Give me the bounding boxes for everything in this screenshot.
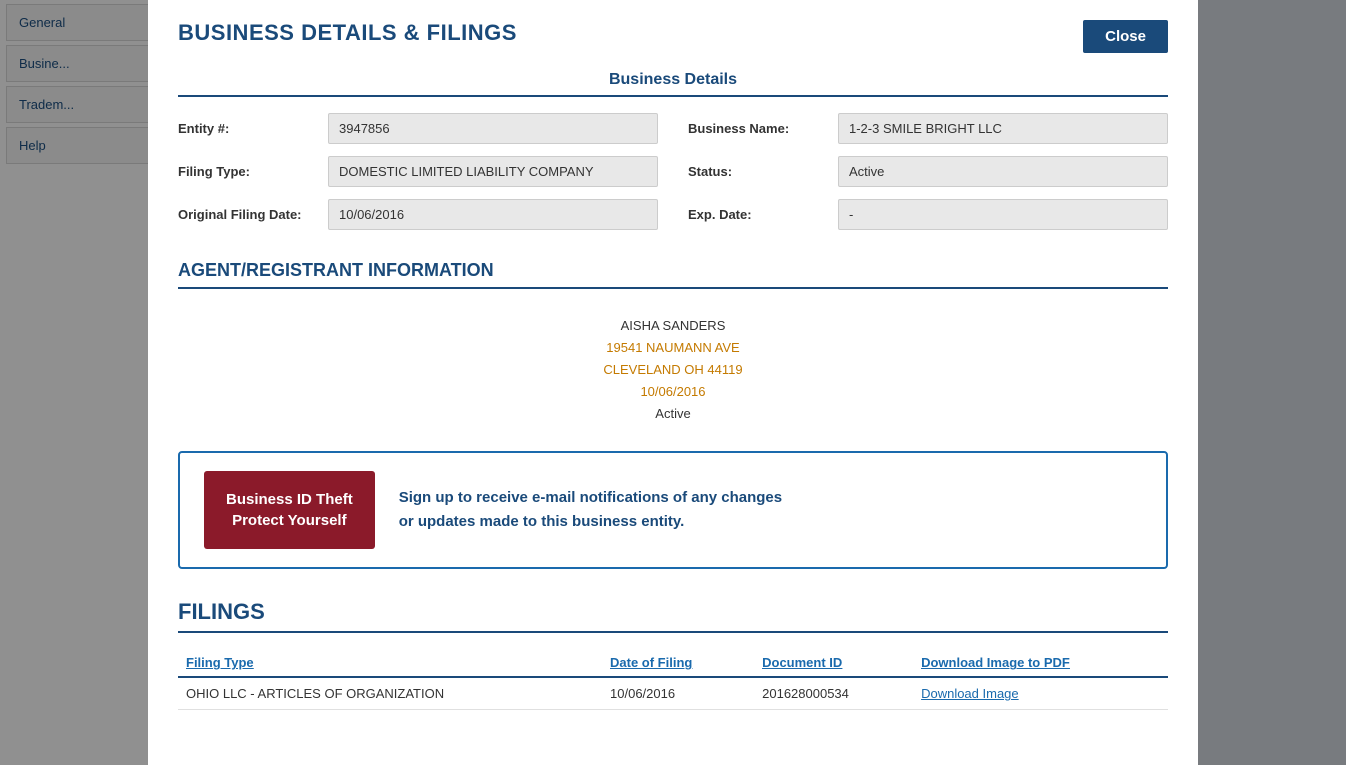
modal-header: BUSINESS DETAILS & FILINGS Close: [178, 20, 1168, 53]
col-date-of-filing[interactable]: Date of Filing: [602, 649, 754, 677]
section-divider: [178, 95, 1168, 97]
document-id-cell: 201628000534: [754, 677, 913, 710]
filing-type-value: DOMESTIC LIMITED LIABILITY COMPANY: [328, 156, 658, 187]
filings-section: FILINGS Filing Type Date of Filing Docum…: [178, 599, 1168, 710]
col-date-link[interactable]: Date of Filing: [610, 655, 692, 670]
agent-address-line1: 19541 NAUMANN AVE: [178, 337, 1168, 359]
id-theft-text-line1: Sign up to receive e-mail notifications …: [399, 486, 782, 510]
id-theft-button[interactable]: Business ID TheftProtect Yourself: [204, 471, 375, 549]
entity-label: Entity #:: [178, 121, 318, 136]
filings-divider: [178, 631, 1168, 633]
modal-title: BUSINESS DETAILS & FILINGS: [178, 20, 517, 46]
business-name-label: Business Name:: [688, 121, 828, 136]
id-theft-box: Business ID TheftProtect Yourself Sign u…: [178, 451, 1168, 569]
col-document-id[interactable]: Document ID: [754, 649, 913, 677]
entity-field-row: Entity #: 3947856: [178, 113, 658, 144]
exp-date-field-row: Exp. Date: -: [688, 199, 1168, 230]
original-date-label: Original Filing Date:: [178, 207, 318, 222]
agent-name: AISHA SANDERS: [178, 315, 1168, 337]
business-details-section: Business Details Entity #: 3947856 Busin…: [178, 71, 1168, 230]
filing-row: OHIO LLC - ARTICLES OF ORGANIZATION 10/0…: [178, 677, 1168, 710]
col-document-link[interactable]: Document ID: [762, 655, 842, 670]
status-label: Status:: [688, 164, 828, 179]
business-details-heading: Business Details: [178, 71, 1168, 89]
business-name-value: 1-2-3 SMILE BRIGHT LLC: [838, 113, 1168, 144]
download-image-cell[interactable]: Download Image: [913, 677, 1168, 710]
col-download-image[interactable]: Download Image to PDF: [913, 649, 1168, 677]
original-date-field-row: Original Filing Date: 10/06/2016: [178, 199, 658, 230]
id-theft-text-line2: or updates made to this business entity.: [399, 510, 782, 534]
close-button[interactable]: Close: [1083, 20, 1168, 53]
details-grid: Entity #: 3947856 Business Name: 1-2-3 S…: [178, 113, 1168, 230]
filings-heading: FILINGS: [178, 599, 1168, 625]
exp-date-label: Exp. Date:: [688, 207, 828, 222]
agent-divider: [178, 287, 1168, 289]
filing-type-cell: OHIO LLC - ARTICLES OF ORGANIZATION: [178, 677, 602, 710]
modal-overlay: BUSINESS DETAILS & FILINGS Close Busines…: [0, 0, 1346, 765]
agent-heading: AGENT/REGISTRANT INFORMATION: [178, 260, 1168, 281]
download-image-link[interactable]: Download Image: [921, 686, 1019, 701]
col-filing-type[interactable]: Filing Type: [178, 649, 602, 677]
agent-info: AISHA SANDERS 19541 NAUMANN AVE CLEVELAN…: [178, 305, 1168, 431]
filing-type-label: Filing Type:: [178, 164, 318, 179]
agent-date: 10/06/2016: [178, 381, 1168, 403]
original-date-value: 10/06/2016: [328, 199, 658, 230]
exp-date-value: -: [838, 199, 1168, 230]
entity-value: 3947856: [328, 113, 658, 144]
filings-table: Filing Type Date of Filing Document ID D…: [178, 649, 1168, 710]
agent-status: Active: [178, 403, 1168, 425]
status-value: Active: [838, 156, 1168, 187]
modal-panel: BUSINESS DETAILS & FILINGS Close Busines…: [148, 0, 1198, 765]
col-download-link[interactable]: Download Image to PDF: [921, 655, 1070, 670]
id-theft-text: Sign up to receive e-mail notifications …: [399, 486, 782, 534]
col-filing-type-link[interactable]: Filing Type: [186, 655, 254, 670]
date-of-filing-cell: 10/06/2016: [602, 677, 754, 710]
filing-type-field-row: Filing Type: DOMESTIC LIMITED LIABILITY …: [178, 156, 658, 187]
agent-address-line2: CLEVELAND OH 44119: [178, 359, 1168, 381]
filings-header-row: Filing Type Date of Filing Document ID D…: [178, 649, 1168, 677]
agent-section: AGENT/REGISTRANT INFORMATION AISHA SANDE…: [178, 260, 1168, 431]
status-field-row: Status: Active: [688, 156, 1168, 187]
business-name-field-row: Business Name: 1-2-3 SMILE BRIGHT LLC: [688, 113, 1168, 144]
